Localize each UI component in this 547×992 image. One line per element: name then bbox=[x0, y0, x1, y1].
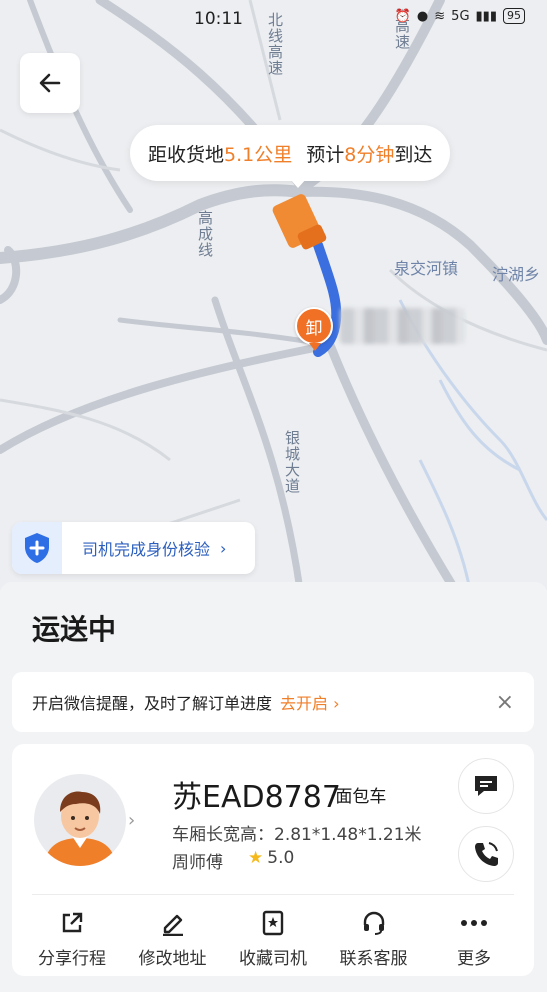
divider bbox=[32, 894, 514, 895]
page-title: 运送中 bbox=[32, 613, 117, 646]
close-icon[interactable]: × bbox=[496, 690, 514, 715]
shield-icon bbox=[12, 522, 62, 574]
action-label: 修改地址 bbox=[138, 949, 207, 969]
star-icon: ★ bbox=[248, 848, 264, 868]
notice-text: 开启微信提醒，及时了解订单进度 bbox=[32, 694, 273, 713]
place-label: 泉交河镇 bbox=[394, 259, 459, 278]
action-label: 收藏司机 bbox=[239, 949, 307, 969]
avatar[interactable] bbox=[34, 774, 126, 866]
more-button[interactable]: 更多 bbox=[426, 908, 522, 969]
eta-mid: 预计 bbox=[306, 143, 345, 166]
verify-label: 司机完成身份核验 bbox=[82, 540, 211, 559]
road-label: 高成线 bbox=[196, 210, 214, 258]
enable-link[interactable]: 去开启 › bbox=[280, 690, 340, 714]
battery-icon: 95 bbox=[503, 8, 525, 24]
action-label: 分享行程 bbox=[38, 949, 106, 969]
road-label: 银城大道 bbox=[283, 430, 301, 494]
plate-number: 苏EAD8787 bbox=[172, 780, 341, 815]
wechat-notice[interactable]: 开启微信提醒，及时了解订单进度 去开启 › × bbox=[12, 672, 534, 732]
truck-icon bbox=[272, 194, 327, 250]
driver-card: › 苏EAD8787 ·面包车 车厢长宽高：2.81*1.48*1.21米 周师… bbox=[12, 744, 534, 976]
unload-pin[interactable]: 卸 bbox=[295, 307, 333, 345]
alarm-icon: ⏰ bbox=[394, 8, 411, 24]
driver-rating: ★ 5.0 bbox=[248, 848, 294, 868]
eta-minutes: 8分钟 bbox=[344, 143, 395, 166]
edit-address-button[interactable]: 修改地址 bbox=[125, 908, 221, 969]
action-label: 更多 bbox=[457, 949, 491, 969]
arrow-left-icon bbox=[39, 73, 61, 93]
status-icons: ⏰ ● ≋ 5G ▮▮▮ 95 bbox=[395, 8, 525, 24]
place-label: 泞湖乡 bbox=[492, 265, 541, 284]
chat-icon bbox=[475, 776, 497, 796]
back-button[interactable] bbox=[20, 53, 80, 113]
customer-service-button[interactable]: 联系客服 bbox=[326, 908, 422, 969]
chevron-right-icon: › bbox=[220, 538, 227, 558]
message-button[interactable] bbox=[458, 758, 514, 814]
route-map[interactable]: 北线高速 高速 高成线 银城大道 泉交河镇 泞湖乡 卸 距收货地 5.1公里 预… bbox=[0, 0, 547, 590]
action-label: 联系客服 bbox=[339, 949, 408, 969]
eta-suffix: 到达 bbox=[394, 143, 433, 166]
map-roads bbox=[0, 0, 547, 590]
share-trip-button[interactable]: 分享行程 bbox=[24, 908, 120, 969]
wifi-icon: ≋ bbox=[434, 8, 446, 24]
edit-icon bbox=[160, 908, 186, 938]
eta-prefix: 距收货地 bbox=[148, 143, 225, 166]
pin-tail bbox=[309, 343, 321, 351]
favorite-icon bbox=[261, 908, 285, 938]
share-icon bbox=[60, 908, 84, 938]
eta-bubble: 距收货地 5.1公里 预计 8分钟 到达 bbox=[130, 125, 451, 181]
driver-name: 周师傅 bbox=[172, 853, 223, 873]
network-label: 5G bbox=[451, 8, 470, 24]
call-button[interactable] bbox=[458, 826, 514, 882]
identity-verify-chip[interactable]: 司机完成身份核验 › bbox=[12, 522, 255, 574]
status-time: 10:11 bbox=[194, 9, 243, 29]
signal-icon: ▮▮▮ bbox=[475, 8, 497, 24]
location-icon: ● bbox=[416, 8, 429, 24]
action-bar: 分享行程 修改地址 收藏司机 联系客服 更多 bbox=[12, 908, 534, 969]
eta-tail bbox=[289, 178, 307, 188]
headset-icon bbox=[361, 908, 387, 938]
rating-value: 5.0 bbox=[267, 848, 295, 868]
favorite-driver-button[interactable]: 收藏司机 bbox=[225, 908, 321, 969]
phone-icon bbox=[475, 842, 498, 866]
order-panel: 运送中 开启微信提醒，及时了解订单进度 去开启 › × › 苏EAD8787 ·… bbox=[0, 582, 547, 992]
status-bar: 10:11 ⏰ ● ≋ 5G ▮▮▮ 95 bbox=[0, 0, 547, 38]
vehicle-type: ·面包车 bbox=[330, 787, 387, 807]
more-icon bbox=[460, 908, 488, 938]
redacted-address bbox=[340, 308, 465, 344]
chevron-right-icon[interactable]: › bbox=[128, 810, 135, 831]
cargo-dimensions: 车厢长宽高：2.81*1.48*1.21米 bbox=[172, 825, 422, 845]
eta-distance: 5.1公里 bbox=[224, 143, 293, 166]
